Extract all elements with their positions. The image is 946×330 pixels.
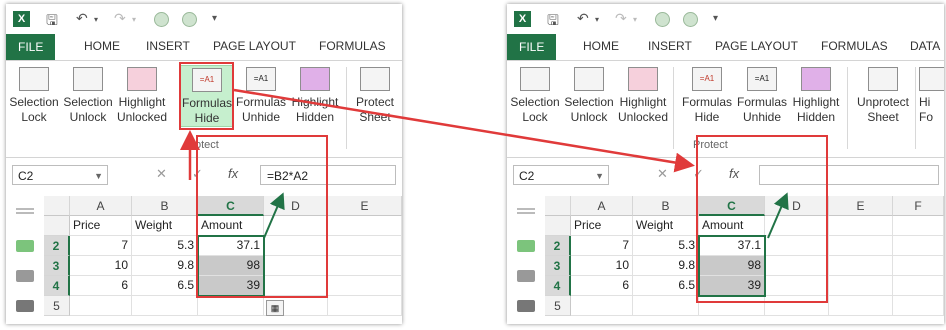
- arrow-green-left: [263, 192, 285, 239]
- arrow-green-right: [767, 192, 789, 239]
- arrow-to-right-red: [233, 88, 695, 173]
- annotation-arrows: [180, 88, 789, 239]
